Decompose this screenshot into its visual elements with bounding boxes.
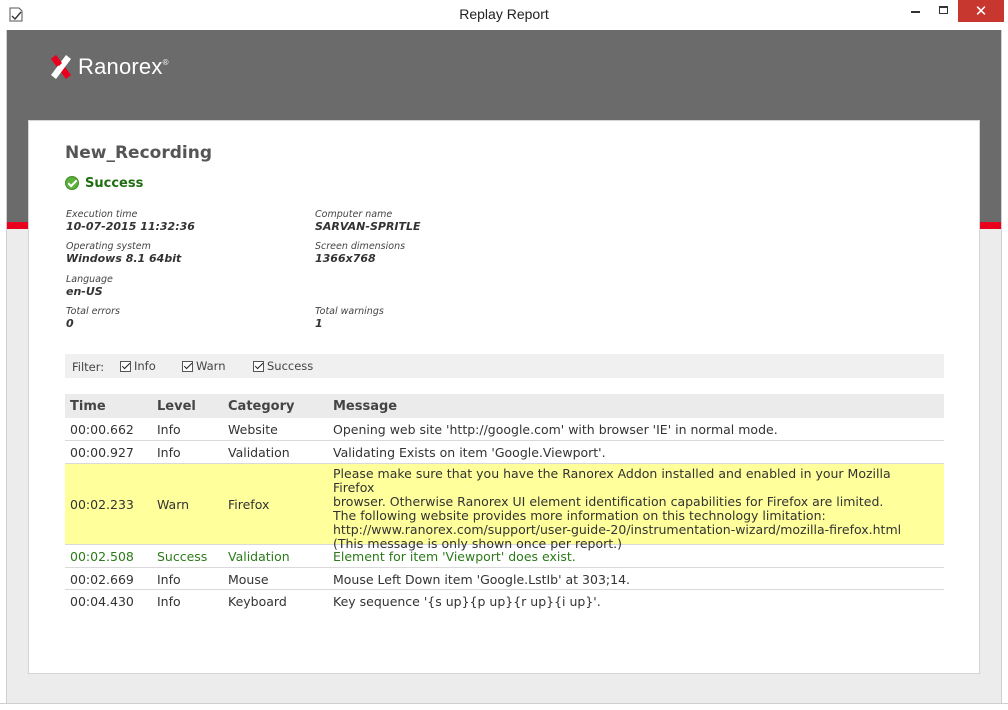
table-header: Time Level Category Message xyxy=(65,394,944,418)
close-button[interactable]: ✕ xyxy=(958,0,1004,22)
window-border-left xyxy=(0,30,7,710)
info-execution-time: Execution time 10-07-2015 11:32:36 xyxy=(66,209,195,233)
filter-success-checkbox[interactable]: Success xyxy=(253,359,313,373)
table-row[interactable]: 00:04.430 Info Keyboard Key sequence '{s… xyxy=(65,590,944,613)
instrumentation-wizard-link[interactable]: http://www.ranorex.com/support/user-guid… xyxy=(333,523,933,537)
table-row[interactable]: 00:00.927 Info Validation Validating Exi… xyxy=(65,441,944,464)
warning-message: Please make sure that you have the Ranor… xyxy=(333,467,933,551)
filter-info-checkbox[interactable]: Info xyxy=(120,359,156,373)
info-screen-dimensions: Screen dimensions 1366x768 xyxy=(315,241,406,265)
checkbox-checked-icon[interactable] xyxy=(182,360,193,372)
column-header-message[interactable]: Message xyxy=(333,399,397,414)
info-total-errors: Total errors 0 xyxy=(66,306,120,330)
ranorex-x-logo-icon xyxy=(51,55,71,79)
status-badge: Success xyxy=(65,175,143,191)
window-title: Replay Report xyxy=(459,6,549,22)
window-border-right xyxy=(1001,30,1008,710)
column-header-level[interactable]: Level xyxy=(157,399,196,414)
title-bar[interactable]: Replay Report ✕ xyxy=(0,0,1008,30)
table-row-warning[interactable]: 00:02.233 Warn Firefox Please make sure … xyxy=(65,464,944,551)
report-title: New_Recording xyxy=(65,143,212,163)
filter-warn-checkbox[interactable]: Warn xyxy=(182,359,226,373)
filter-bar: Filter: Info Warn Success xyxy=(65,354,944,378)
checkbox-checked-icon[interactable] xyxy=(120,360,131,372)
status-label: Success xyxy=(85,175,144,191)
ranorex-logo: Ranorex® xyxy=(47,52,169,82)
log-table: Time Level Category Message 00:00.662 In… xyxy=(65,394,944,613)
filter-label: Filter: xyxy=(72,360,105,374)
column-header-category[interactable]: Category xyxy=(228,399,294,414)
table-row[interactable]: 00:02.669 Info Mouse Mouse Left Down ite… xyxy=(65,568,944,590)
success-check-icon xyxy=(65,176,79,190)
info-operating-system: Operating system Windows 8.1 64bit xyxy=(66,241,182,265)
info-computer-name: Computer name SARVAN-SPRITLE xyxy=(315,209,421,233)
maximize-button[interactable] xyxy=(932,0,956,22)
logo-wordmark: Ranorex® xyxy=(78,54,169,79)
minimize-button[interactable] xyxy=(902,0,930,22)
info-language: Language en-US xyxy=(66,274,113,298)
table-row[interactable]: 00:00.662 Info Website Opening web site … xyxy=(65,418,944,441)
window-border-bottom xyxy=(0,703,1008,710)
column-header-time[interactable]: Time xyxy=(70,399,106,414)
report-viewport: Ranorex® New_Recording Success Execution… xyxy=(7,30,1001,703)
checkbox-checked-icon[interactable] xyxy=(253,360,264,372)
report-panel: New_Recording Success Execution time 10-… xyxy=(28,120,980,674)
info-total-warnings: Total warnings 1 xyxy=(315,306,384,330)
table-row-success[interactable]: 00:02.508 Success Validation Element for… xyxy=(65,545,944,568)
